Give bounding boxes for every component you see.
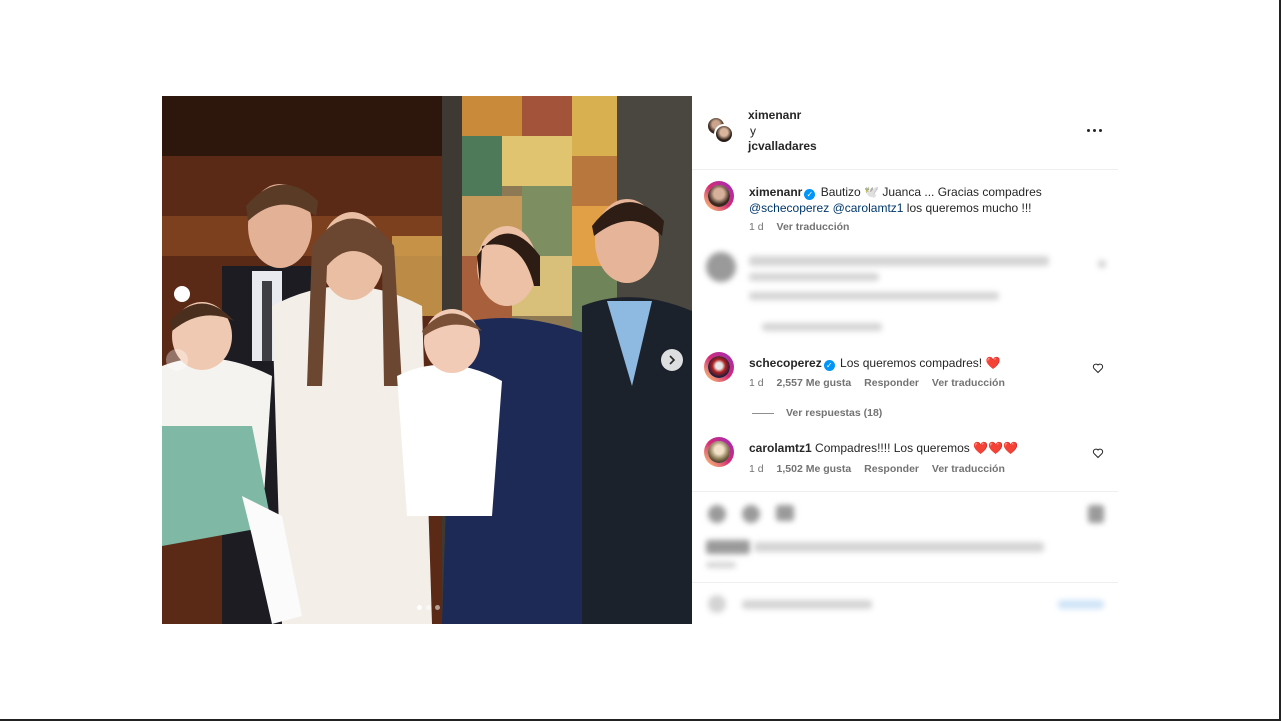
comment-username[interactable]: carolamtz1 — [749, 441, 812, 455]
blurred-avatar — [706, 252, 736, 282]
blurred-liked-avatars — [706, 540, 750, 554]
caption-username[interactable]: ximenanr — [749, 185, 802, 199]
verified-badge-icon: ✓ — [804, 189, 816, 200]
avatar — [714, 124, 734, 144]
caption-text-2: los queremos mucho !!! — [906, 201, 1032, 215]
comment-text: Los queremos compadres! ❤️ — [840, 356, 1001, 370]
divider — [692, 582, 1118, 583]
blurred-comment-input — [742, 600, 872, 609]
comment-line: carolamtz1 Compadres!!!! Los queremos ❤️… — [749, 440, 1018, 456]
comment-translate-link[interactable]: Ver traducción — [932, 463, 1005, 475]
comment-reply-button[interactable]: Responder — [864, 463, 919, 475]
comment-reply-button[interactable]: Responder — [864, 377, 919, 389]
post-photo[interactable] — [162, 96, 692, 624]
heart-icon[interactable] — [1092, 362, 1104, 374]
comment-meta: 1 d 1,502 Me gusta Responder Ver traducc… — [749, 463, 1015, 475]
view-replies-label: Ver respuestas (18) — [786, 407, 883, 419]
carousel-next-button[interactable] — [661, 349, 683, 371]
carousel-dot — [426, 605, 431, 610]
comment-likes[interactable]: 1,502 Me gusta — [777, 463, 852, 475]
more-options-icon[interactable] — [1084, 123, 1104, 137]
carousel-dots — [417, 605, 440, 610]
caption-meta: 1 d Ver traducción — [749, 221, 859, 233]
carousel-dot — [435, 605, 440, 610]
blurred-date — [706, 562, 736, 568]
divider — [692, 491, 1118, 492]
chevron-right-icon — [669, 355, 676, 365]
blurred-comment-action — [742, 505, 760, 523]
blurred-likes-text — [754, 542, 1044, 552]
caption-avatar[interactable] — [704, 181, 734, 211]
carousel-dot-active — [417, 605, 422, 610]
comment-line: schecoperez ✓ Los queremos compadres! ❤️ — [749, 355, 1000, 371]
blurred-comment-text — [749, 256, 1049, 266]
comment-translate-link[interactable]: Ver traducción — [932, 377, 1005, 389]
replies-line — [752, 412, 774, 414]
blurred-like-action — [708, 505, 726, 523]
carousel-prev-button[interactable] — [166, 349, 188, 371]
blurred-comment-text — [749, 273, 879, 281]
comment-avatar[interactable] — [704, 437, 734, 467]
caption-mention-1[interactable]: @schecoperez — [749, 201, 829, 215]
blurred-save-action — [1088, 505, 1104, 523]
comment-username[interactable]: schecoperez — [749, 356, 822, 370]
caption-mention-2[interactable]: @carolamtz1 — [833, 201, 904, 215]
heart-icon[interactable] — [1092, 447, 1104, 459]
header-username-1[interactable]: ximenanr — [748, 108, 801, 122]
comment-time: 1 d — [749, 463, 764, 475]
verified-badge-icon: ✓ — [823, 360, 835, 371]
comment-likes[interactable]: 2,557 Me gusta — [777, 377, 852, 389]
header-conjunction: y — [750, 124, 756, 138]
blurred-comment-meta — [749, 292, 999, 300]
caption-line-2: @schecoperez @carolamtz1 los queremos mu… — [749, 200, 1032, 216]
comment-avatar[interactable] — [704, 352, 734, 382]
caption-translate-link[interactable]: Ver traducción — [777, 221, 850, 233]
caption-line-1: ximenanr ✓ Bautizo 🕊️ Juanca ... Gracias … — [749, 184, 1042, 200]
comment-time: 1 d — [749, 377, 764, 389]
blurred-heart — [1098, 260, 1106, 268]
post-header: ximenanr y jcvalladares — [692, 96, 1118, 170]
comment-meta: 1 d 2,557 Me gusta Responder Ver traducc… — [749, 377, 1015, 389]
blurred-comment-replies — [762, 323, 882, 331]
caption-text: Bautizo 🕊️ Juanca ... Gracias compadres — [820, 185, 1042, 199]
comment-text: Compadres!!!! Los queremos ❤️❤️❤️ — [815, 441, 1018, 455]
family-photo-illustration — [162, 96, 692, 624]
view-replies-button[interactable]: Ver respuestas (18) — [752, 407, 882, 419]
caption-time: 1 d — [749, 221, 764, 233]
collab-avatars[interactable] — [706, 116, 736, 146]
blurred-post-button — [1058, 600, 1104, 609]
post-side-panel: ximenanr y jcvalladares ximenanr ✓ Bautiz… — [692, 96, 1118, 624]
header-username-2[interactable]: jcvalladares — [748, 139, 817, 153]
blurred-share-action — [776, 505, 794, 521]
blurred-emoji-icon — [708, 595, 726, 613]
